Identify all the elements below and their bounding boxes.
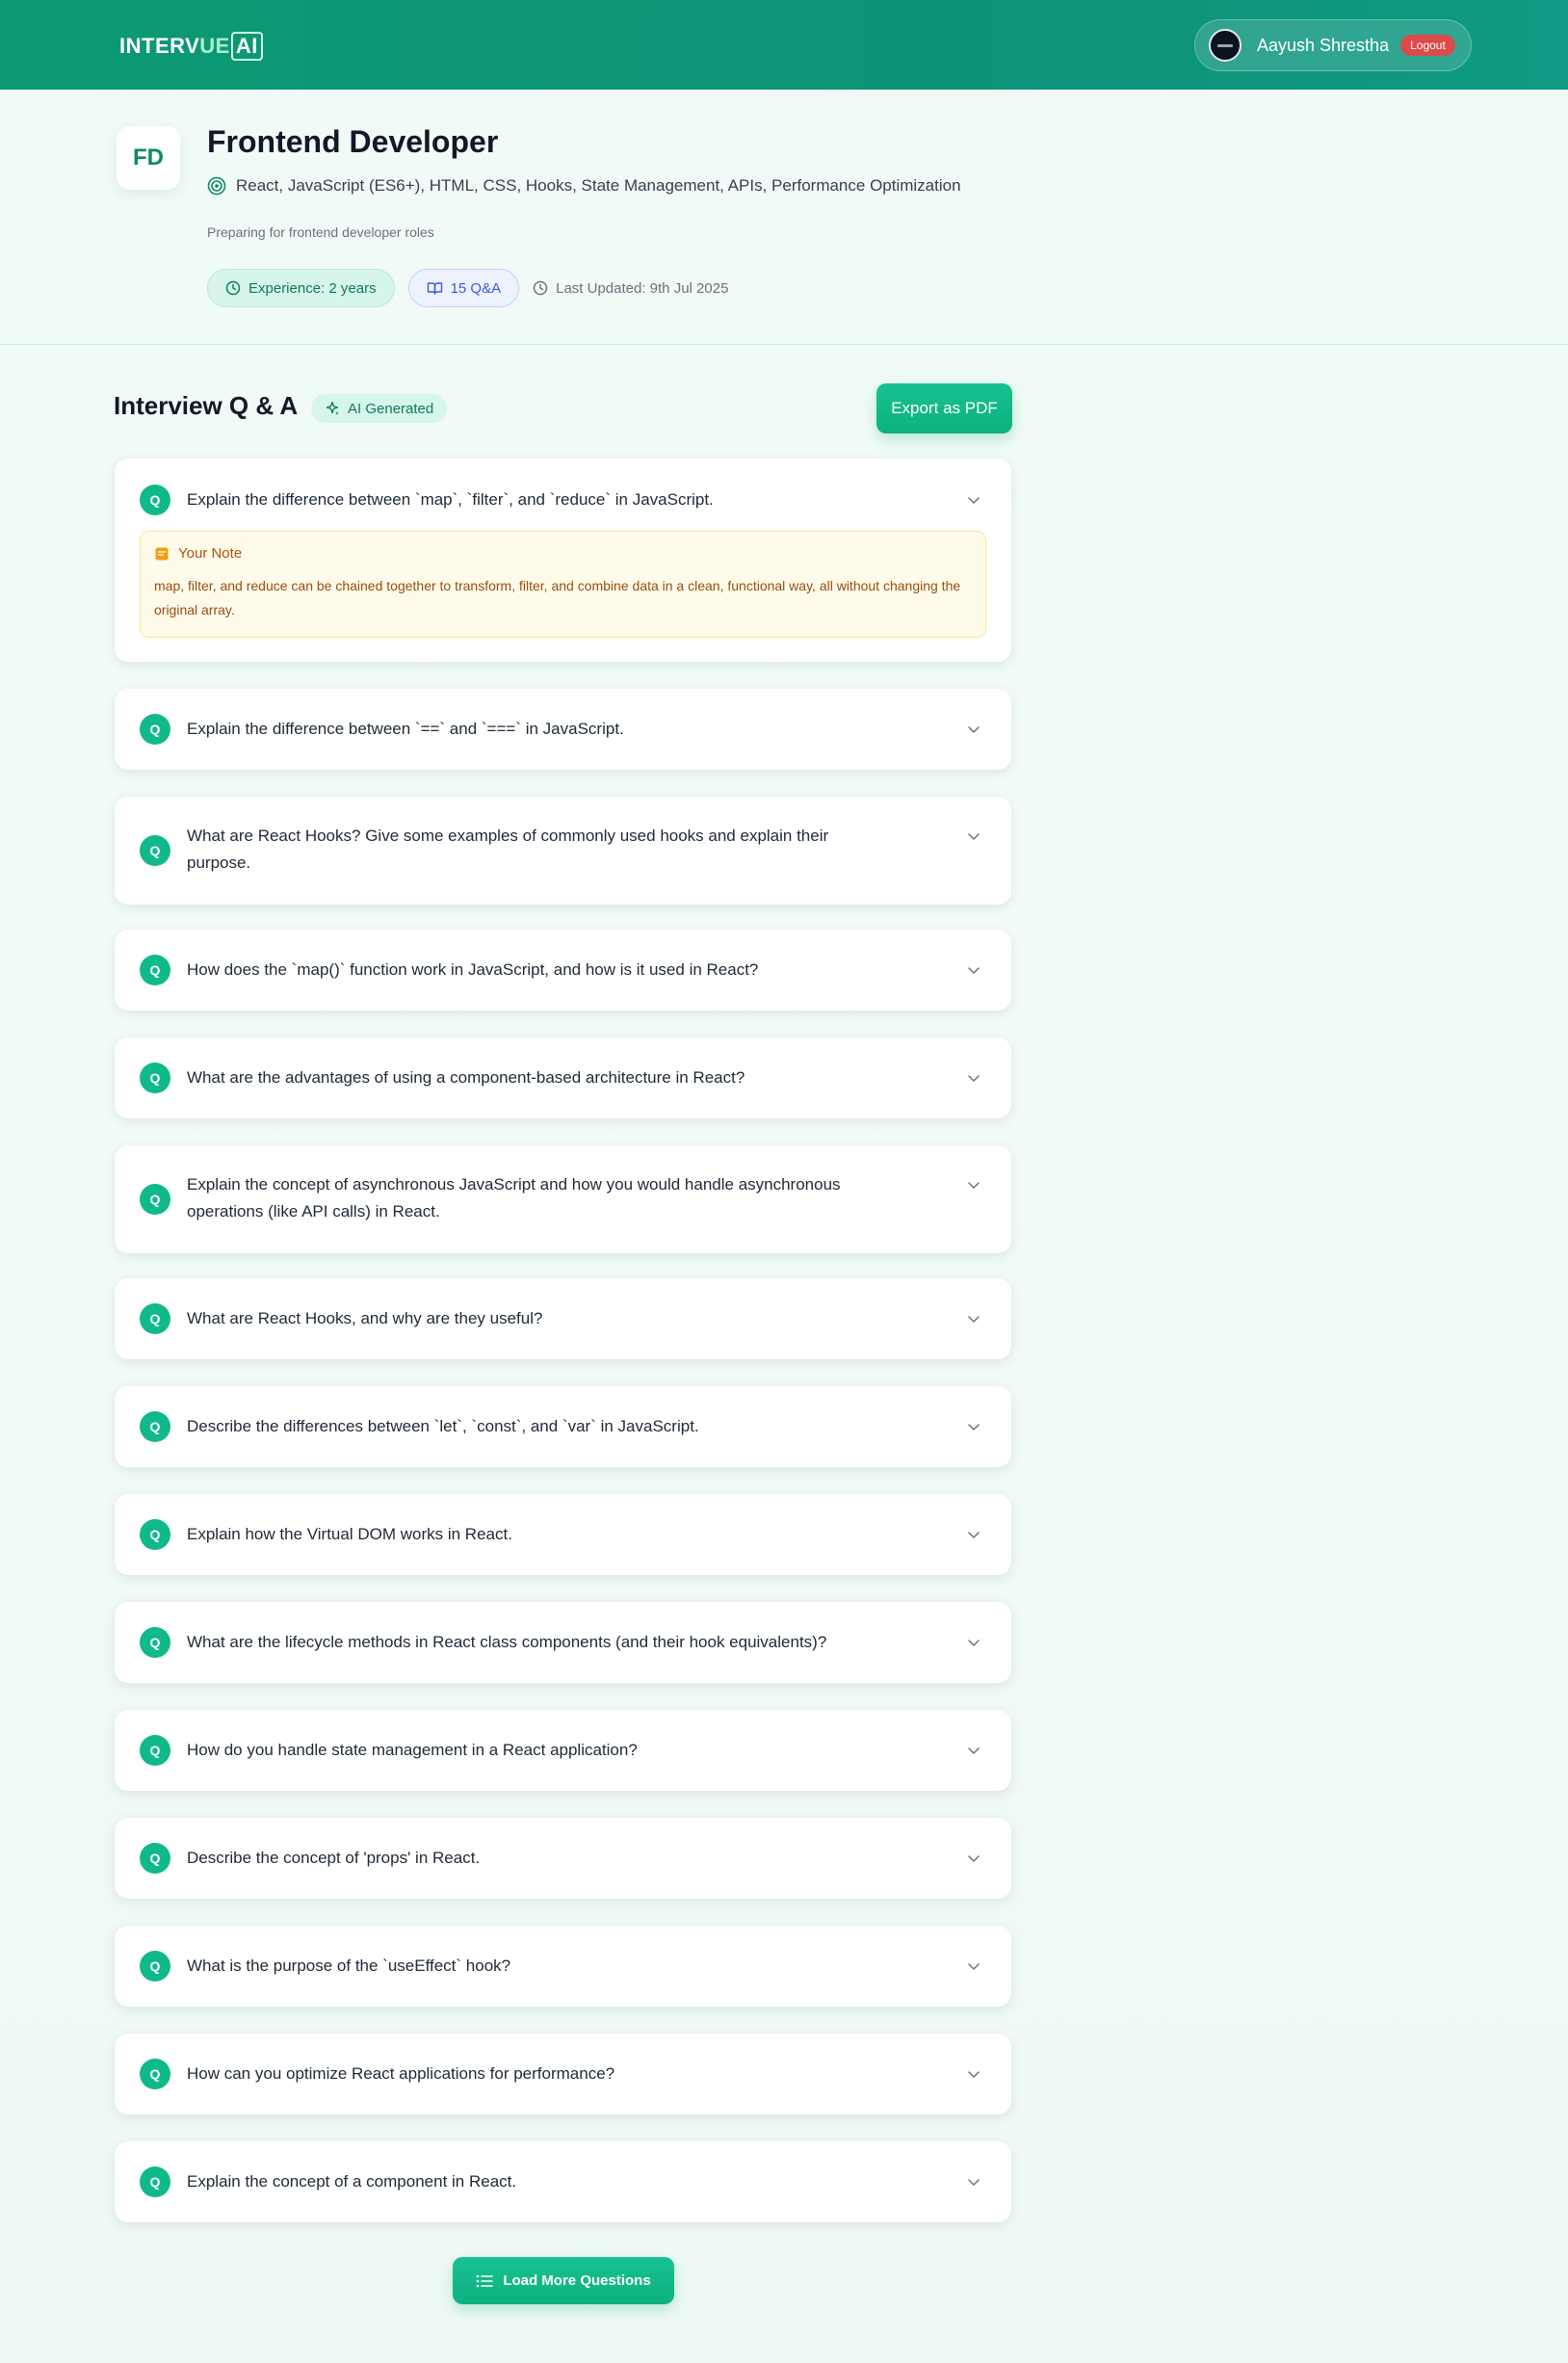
question-badge: Q: [140, 485, 170, 515]
note-text: map, filter, and reduce can be chained t…: [154, 578, 961, 617]
qa-card[interactable]: Q Explain the concept of asynchronous Ja…: [115, 1145, 1011, 1253]
question-text: How do you handle state management in a …: [187, 1741, 638, 1759]
qa-card[interactable]: Q Describe the differences between `let`…: [115, 1386, 1011, 1467]
sparkle-icon: [326, 401, 339, 415]
question-text: How does the `map()` function work in Ja…: [187, 960, 759, 979]
logo-text-ai: AI: [230, 32, 263, 61]
question-text: What are the lifecycle methods in React …: [187, 1633, 827, 1651]
question-badge: Q: [140, 1843, 170, 1874]
role-description: Preparing for frontend developer roles: [207, 224, 434, 240]
topics-line: React, JavaScript (ES6+), HTML, CSS, Hoo…: [207, 176, 961, 196]
chevron-down-icon[interactable]: [967, 829, 980, 843]
logo-text-ue: UE: [199, 34, 230, 58]
page-title: Frontend Developer: [207, 124, 499, 159]
chevron-down-icon[interactable]: [967, 2067, 980, 2081]
chevron-down-icon[interactable]: [967, 963, 980, 977]
top-navbar: INTERV UE AI Aayush Shrestha Logout: [0, 0, 1568, 90]
qa-card[interactable]: Q What are React Hooks? Give some exampl…: [115, 797, 1011, 905]
meta-chips: Experience: 2 years 15 Q&A Last Updated:…: [207, 269, 728, 307]
question-badge: Q: [140, 1184, 170, 1215]
question-badge: Q: [140, 1519, 170, 1550]
question-badge: Q: [140, 1627, 170, 1658]
question-text: What are the advantages of using a compo…: [187, 1068, 745, 1087]
qa-card[interactable]: Q Describe the concept of 'props' in Rea…: [115, 1818, 1011, 1899]
question-text: Describe the differences between `let`, …: [187, 1417, 699, 1435]
clock-icon: [533, 280, 548, 296]
question-text: What are React Hooks, and why are they u…: [187, 1309, 543, 1327]
question-badge: Q: [140, 835, 170, 866]
question-text: Describe the concept of 'props' in React…: [187, 1849, 481, 1867]
book-icon: [427, 282, 442, 295]
ai-generated-badge: AI Generated: [311, 394, 448, 423]
question-badge: Q: [140, 1735, 170, 1766]
qa-count-chip: 15 Q&A: [407, 269, 520, 307]
question-text: Explain how the Virtual DOM works in Rea…: [187, 1525, 512, 1543]
chevron-down-icon[interactable]: [967, 722, 980, 736]
qa-card[interactable]: Q Explain the difference between `==` an…: [115, 689, 1011, 770]
last-updated: Last Updated: 9th Jul 2025: [533, 280, 728, 297]
qa-card[interactable]: Q What is the purpose of the `useEffect`…: [115, 1926, 1011, 2007]
question-text: Explain the difference between `==` and …: [187, 720, 624, 738]
list-icon: [477, 2274, 494, 2287]
ai-generated-text: AI Generated: [348, 400, 434, 417]
qa-section-title: Interview Q & A: [114, 391, 299, 420]
question-badge: Q: [140, 1303, 170, 1334]
question-text: How can you optimize React applications …: [187, 2064, 615, 2083]
question-text: What is the purpose of the `useEffect` h…: [187, 1956, 511, 1975]
logo-text-interv: INTERV: [119, 34, 200, 58]
user-menu[interactable]: Aayush Shrestha Logout: [1194, 19, 1472, 71]
experience-text: Experience: 2 years: [248, 279, 377, 297]
chevron-down-icon[interactable]: [967, 2175, 980, 2189]
target-icon: [207, 176, 226, 196]
qa-card[interactable]: Q Explain the concept of a component in …: [115, 2141, 1011, 2222]
qa-card[interactable]: Q How can you optimize React application…: [115, 2034, 1011, 2114]
logout-button[interactable]: Logout: [1400, 35, 1455, 56]
load-more-button[interactable]: Load More Questions: [453, 2257, 674, 2304]
qa-card[interactable]: Q Explain how the Virtual DOM works in R…: [115, 1494, 1011, 1575]
export-pdf-button[interactable]: Export as PDF: [876, 383, 1012, 433]
qa-card[interactable]: Q Explain the difference between `map`, …: [115, 459, 1011, 662]
question-badge: Q: [140, 1063, 170, 1093]
qa-card[interactable]: Q What are the advantages of using a com…: [115, 1037, 1011, 1118]
question-badge: Q: [140, 955, 170, 985]
chevron-down-icon[interactable]: [967, 1071, 980, 1085]
user-name: Aayush Shrestha: [1257, 35, 1390, 55]
experience-chip: Experience: 2 years: [207, 269, 395, 307]
question-badge: Q: [140, 1951, 170, 1982]
app-logo[interactable]: INTERV UE AI: [119, 27, 263, 66]
topics-text: React, JavaScript (ES6+), HTML, CSS, Hoo…: [236, 176, 961, 195]
role-profile-section: FD Frontend Developer React, JavaScript …: [0, 90, 1568, 345]
chevron-down-icon[interactable]: [967, 1312, 980, 1326]
qa-card[interactable]: Q What are the lifecycle methods in Reac…: [115, 1602, 1011, 1683]
chevron-down-icon[interactable]: [967, 1178, 980, 1192]
question-badge: Q: [140, 714, 170, 745]
question-text: What are React Hooks? Give some examples…: [187, 827, 829, 872]
avatar[interactable]: [1209, 29, 1241, 62]
last-updated-text: Last Updated: 9th Jul 2025: [556, 279, 729, 297]
user-note: Your Note map, filter, and reduce can be…: [140, 531, 986, 638]
note-title: Your Note: [178, 545, 243, 562]
chevron-down-icon[interactable]: [967, 1851, 980, 1865]
chevron-down-icon[interactable]: [967, 1528, 980, 1541]
question-badge: Q: [140, 2166, 170, 2197]
qa-count-text: 15 Q&A: [450, 279, 502, 297]
qa-card[interactable]: Q How does the `map()` function work in …: [115, 930, 1011, 1011]
qa-card[interactable]: Q What are React Hooks, and why are they…: [115, 1278, 1011, 1359]
question-text: Explain the concept of a component in Re…: [187, 2172, 517, 2191]
sticky-note-icon: [155, 547, 169, 560]
clock-icon: [225, 280, 241, 296]
chevron-down-icon[interactable]: [967, 1636, 980, 1649]
chevron-down-icon[interactable]: [967, 1420, 980, 1433]
question-text: Explain the difference between `map`, `f…: [187, 490, 714, 509]
qa-card[interactable]: Q How do you handle state management in …: [115, 1710, 1011, 1791]
chevron-down-icon[interactable]: [967, 493, 980, 507]
load-more-label: Load More Questions: [503, 2272, 651, 2289]
note-header: Your Note: [154, 545, 242, 562]
question-badge: Q: [140, 1411, 170, 1442]
question-badge: Q: [140, 2059, 170, 2089]
question-text: Explain the concept of asynchronous Java…: [187, 1175, 841, 1221]
role-initials-badge: FD: [117, 126, 180, 190]
chevron-down-icon[interactable]: [967, 1959, 980, 1973]
chevron-down-icon[interactable]: [967, 1744, 980, 1757]
